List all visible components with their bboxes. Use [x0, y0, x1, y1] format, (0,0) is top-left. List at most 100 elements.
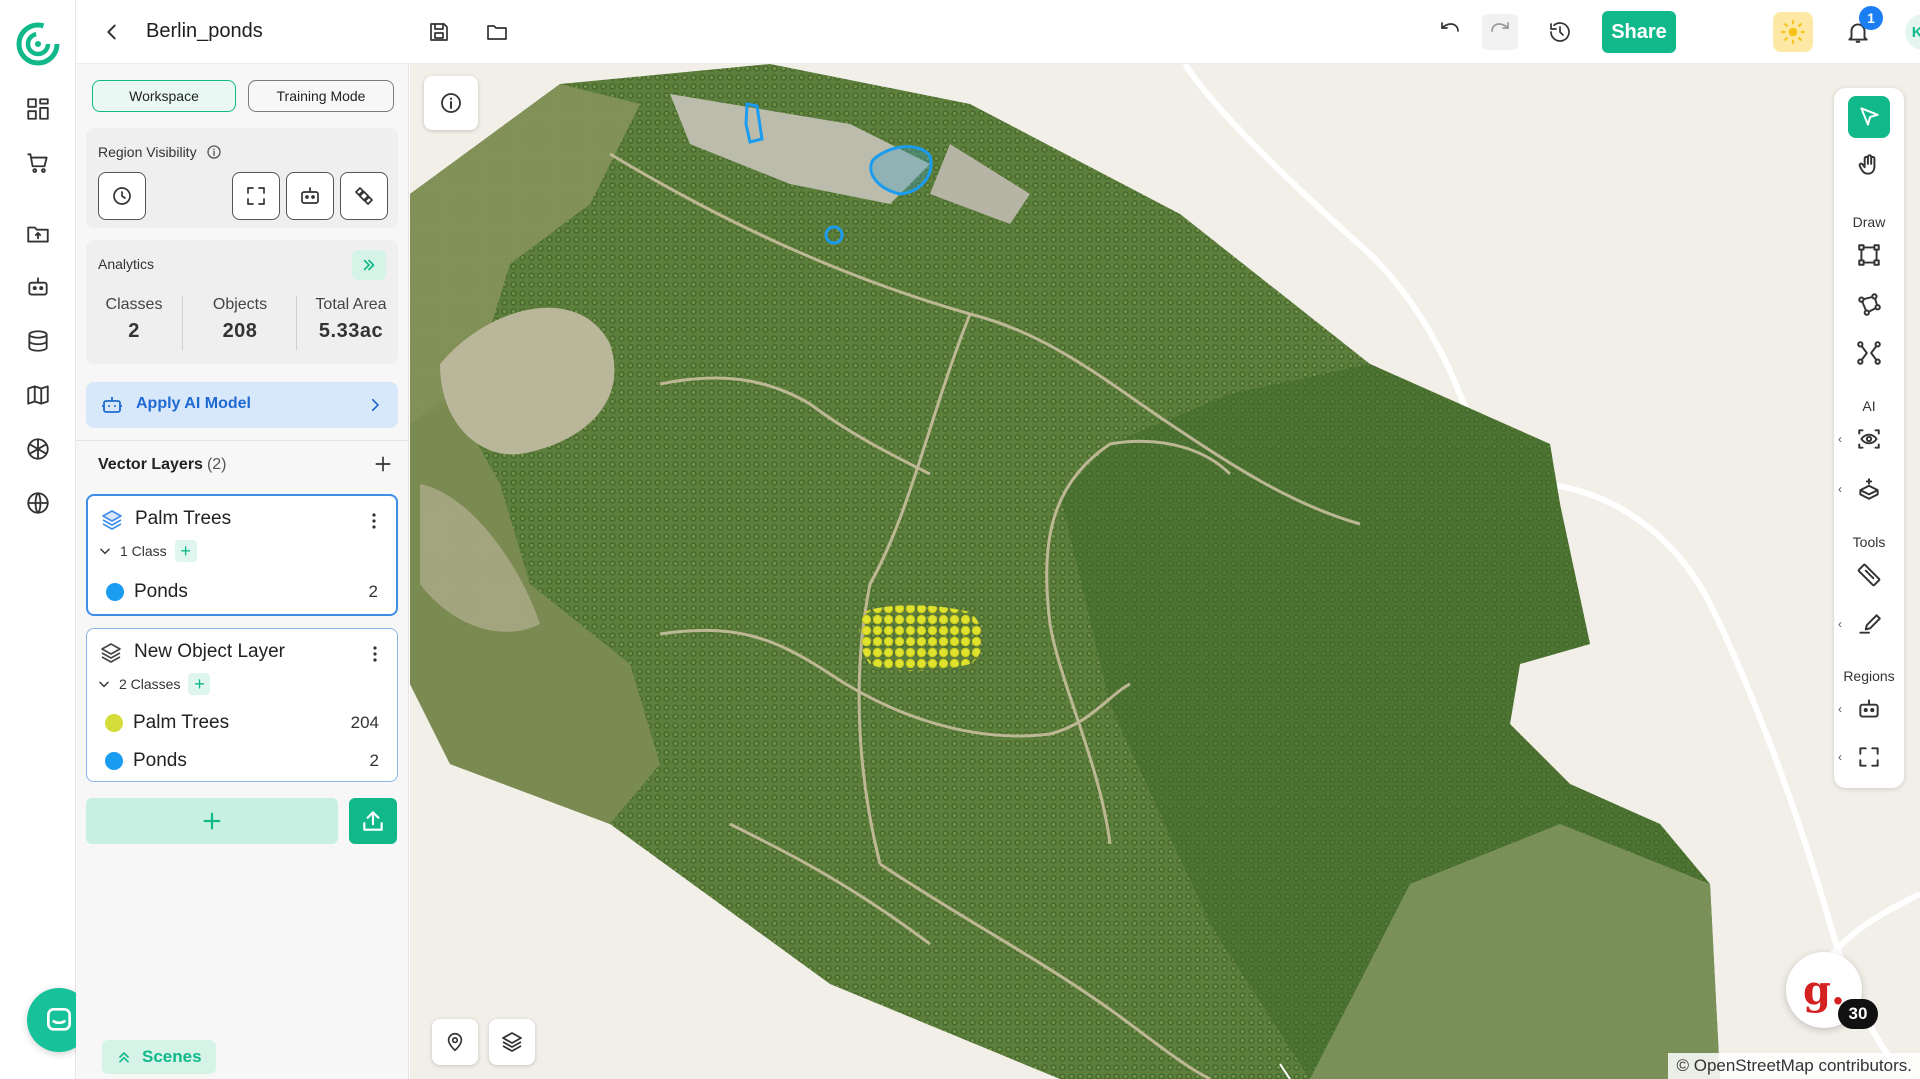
brush-icon [1859, 614, 1881, 634]
class-name: Ponds [133, 750, 187, 771]
region-fullscreen-button[interactable] [232, 172, 280, 220]
draw-rectangle-tool[interactable] [1848, 234, 1890, 276]
dashboard-icon[interactable] [22, 93, 54, 125]
stat-total-area-value: 5.33ac [318, 320, 384, 342]
basemap-layers-button[interactable] [489, 1019, 535, 1065]
app-logo-icon[interactable] [14, 20, 62, 68]
map-info-button[interactable] [424, 76, 478, 130]
layers-icon [102, 510, 122, 530]
chevron-down-icon[interactable] [98, 544, 112, 558]
redo-button[interactable] [1482, 14, 1518, 50]
class-item[interactable]: Ponds 2 [106, 578, 378, 606]
stat-total-area-label: Total Area [315, 296, 387, 313]
folder-icon [487, 25, 507, 40]
layer-menu-button[interactable] [364, 510, 384, 532]
region-satellite-button[interactable] [340, 172, 388, 220]
class-color-dot [106, 583, 124, 601]
back-button[interactable] [98, 18, 126, 46]
add-class-button[interactable]: + [188, 673, 211, 695]
cart-icon[interactable] [22, 147, 54, 179]
draw-line-tool[interactable] [1848, 332, 1890, 374]
user-avatar[interactable]: KG [1905, 14, 1920, 50]
ruler-icon [1857, 563, 1881, 587]
vector-layers-title: Vector Layers (2) [98, 456, 227, 474]
stat-total-area: Total Area 5.33ac [304, 296, 398, 343]
info-icon[interactable] [206, 144, 222, 160]
robot-icon[interactable] [22, 271, 54, 303]
chevron-left-icon[interactable]: ‹ [1838, 617, 1842, 631]
section-label-ai: AI [1862, 398, 1876, 414]
annotate-tool[interactable] [1848, 603, 1890, 645]
apply-ai-model-button[interactable]: Apply AI Model [86, 382, 398, 428]
chevrons-right-icon [363, 259, 375, 271]
region-ai-tool[interactable] [1848, 688, 1890, 730]
folder-upload-icon[interactable] [22, 218, 54, 250]
polygon-draw-icon [1858, 293, 1881, 316]
database-icon[interactable] [22, 325, 54, 357]
chat-icon [47, 1008, 71, 1031]
notification-count-badge: 1 [1859, 6, 1883, 30]
chevron-left-icon[interactable]: ‹ [1838, 702, 1842, 716]
region-visibility-card: Region Visibility [86, 128, 398, 228]
chevron-down-icon[interactable] [97, 677, 111, 691]
chevrons-up-icon [119, 1052, 129, 1063]
region-extent-tool[interactable] [1848, 736, 1890, 778]
class-count: 204 [350, 713, 379, 732]
right-toolbar: Draw AI ‹ ‹ Tools ‹ Regions ‹ ‹ [1834, 88, 1904, 788]
map-icon[interactable] [22, 379, 54, 411]
globe-icon[interactable] [22, 487, 54, 519]
history-button[interactable] [1542, 14, 1578, 50]
robot-icon [1859, 699, 1879, 718]
kebab-icon [372, 513, 376, 529]
tab-workspace[interactable]: Workspace [92, 80, 236, 112]
scenes-button[interactable]: Scenes [102, 1040, 216, 1074]
vector-layers-count: (2) [206, 456, 227, 473]
upload-layer-button[interactable] [349, 798, 397, 844]
class-item[interactable]: Palm Trees 204 [105, 709, 379, 737]
layer-classes-row: 1 Class + [98, 540, 197, 562]
class-count: 2 [368, 582, 378, 601]
map-canvas[interactable]: g. 30 © OpenStreetMap contributors. [410, 64, 1920, 1079]
region-timeline-button[interactable] [98, 172, 146, 220]
add-class-button[interactable]: + [174, 540, 197, 562]
clock-icon [113, 187, 131, 205]
chevron-left-icon[interactable]: ‹ [1838, 750, 1842, 764]
class-item[interactable]: Ponds 2 [105, 747, 379, 775]
undo-icon [1441, 22, 1459, 32]
undo-button[interactable] [1432, 14, 1468, 50]
add-layer-button[interactable] [86, 798, 338, 844]
draw-polygon-tool[interactable] [1848, 283, 1890, 325]
layer-name: Palm Trees [135, 508, 232, 529]
layers-icon [502, 1032, 522, 1052]
class-name: Ponds [134, 581, 188, 602]
sun-icon [1781, 20, 1805, 44]
globe-grid-icon[interactable] [22, 433, 54, 465]
stat-classes-value: 2 [128, 320, 140, 342]
save-button[interactable] [421, 14, 457, 50]
location-button[interactable] [432, 1019, 478, 1065]
kebab-icon [373, 646, 377, 662]
map-attribution: © OpenStreetMap contributors. [1668, 1053, 1920, 1079]
share-button[interactable]: Share [1602, 11, 1676, 53]
open-folder-button[interactable] [479, 14, 515, 50]
measure-tool[interactable] [1848, 554, 1890, 596]
ai-detect-tool[interactable] [1848, 418, 1890, 460]
vector-layer-card[interactable]: New Object Layer 2 Classes + Palm Trees … [86, 628, 398, 782]
chevron-left-icon[interactable]: ‹ [1838, 482, 1842, 496]
robot-icon [301, 187, 319, 204]
chevron-left-icon[interactable]: ‹ [1838, 432, 1842, 446]
pan-tool[interactable] [1848, 144, 1890, 186]
scenes-label: Scenes [142, 1047, 202, 1066]
redo-icon [1491, 22, 1509, 32]
apply-ai-model-label: Apply AI Model [136, 395, 251, 412]
theme-toggle[interactable] [1773, 12, 1813, 52]
region-ai-button[interactable] [286, 172, 334, 220]
stat-divider [296, 296, 297, 350]
vector-layer-card[interactable]: Palm Trees 1 Class + Ponds 2 [86, 494, 398, 616]
select-tool[interactable] [1848, 96, 1890, 138]
tab-training-mode[interactable]: Training Mode [248, 80, 394, 112]
analytics-expand-button[interactable] [352, 250, 386, 280]
ai-segment-tool[interactable] [1848, 468, 1890, 510]
add-vector-layer-button[interactable] [369, 450, 397, 478]
layer-menu-button[interactable] [365, 643, 385, 665]
